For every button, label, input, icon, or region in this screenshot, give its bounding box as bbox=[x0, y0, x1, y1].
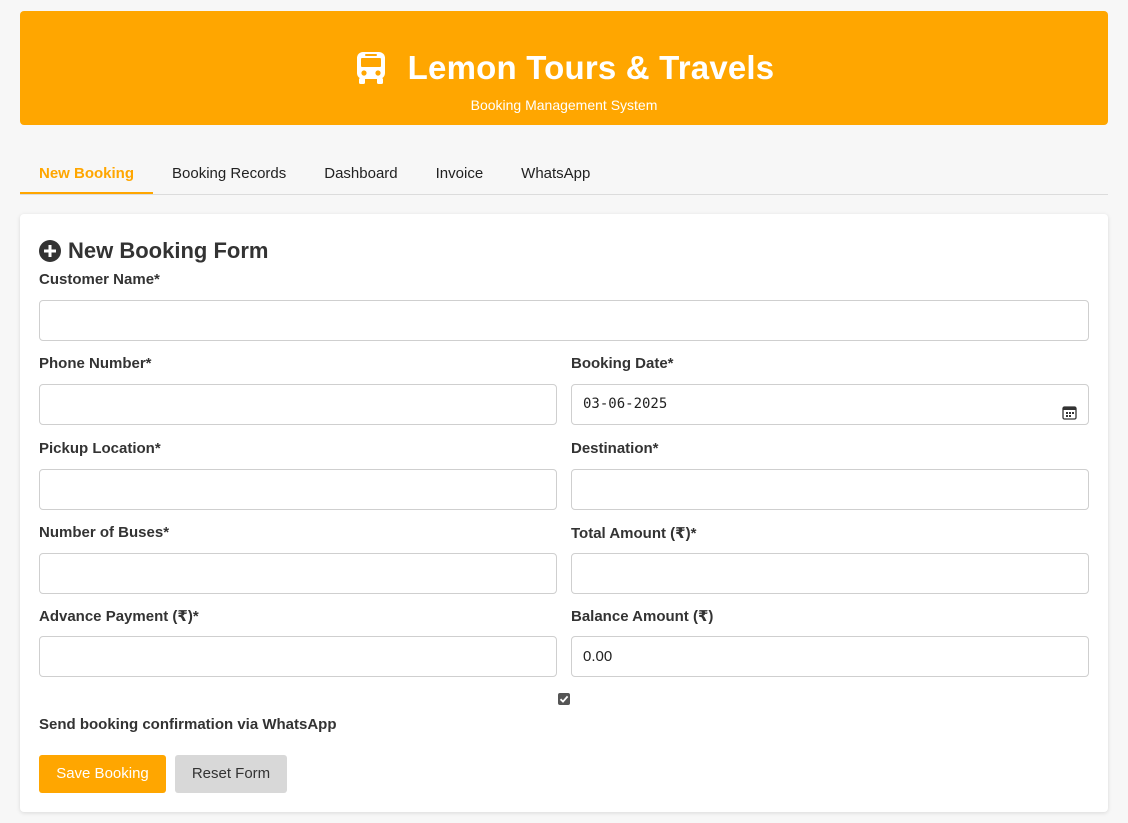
booking-form-card: New Booking Form Customer Name* Phone Nu… bbox=[20, 214, 1108, 812]
app-header: Lemon Tours & Travels Booking Management… bbox=[20, 11, 1108, 125]
app-title: Lemon Tours & Travels bbox=[407, 49, 775, 86]
total-amount-group: Total Amount (₹)* bbox=[571, 524, 1089, 594]
balance-amount-label: Balance Amount (₹) bbox=[571, 608, 714, 625]
destination-input[interactable] bbox=[571, 469, 1089, 510]
destination-label: Destination* bbox=[571, 440, 659, 457]
reset-form-button[interactable]: Reset Form bbox=[175, 755, 287, 793]
number-of-buses-input[interactable] bbox=[39, 553, 557, 594]
balance-amount-group: Balance Amount (₹) 0.00 bbox=[571, 607, 1089, 677]
calendar-icon[interactable] bbox=[1062, 397, 1077, 420]
tab-whatsapp[interactable]: WhatsApp bbox=[502, 154, 609, 194]
customer-name-label: Customer Name* bbox=[39, 271, 160, 288]
phone-number-label: Phone Number* bbox=[39, 355, 152, 372]
number-of-buses-group: Number of Buses* bbox=[39, 524, 557, 594]
phone-number-group: Phone Number* bbox=[39, 355, 557, 425]
booking-date-label: Booking Date* bbox=[571, 355, 674, 372]
phone-number-input[interactable] bbox=[39, 384, 557, 425]
destination-group: Destination* bbox=[571, 440, 1089, 510]
booking-date-value: 03-06-2025 bbox=[583, 396, 668, 412]
advance-payment-group: Advance Payment (₹)* bbox=[39, 607, 557, 677]
form-title: New Booking Form bbox=[68, 238, 269, 263]
balance-amount-input[interactable]: 0.00 bbox=[571, 636, 1089, 677]
advance-payment-label: Advance Payment (₹)* bbox=[39, 608, 199, 625]
header-title-row: Lemon Tours & Travels bbox=[20, 49, 1108, 87]
customer-name-group: Customer Name* bbox=[39, 271, 1089, 341]
pickup-location-input[interactable] bbox=[39, 469, 557, 510]
plus-circle-icon bbox=[39, 240, 61, 262]
booking-date-group: Booking Date* 03-06-2025 bbox=[571, 355, 1089, 425]
tab-dashboard[interactable]: Dashboard bbox=[305, 154, 416, 194]
pickup-location-label: Pickup Location* bbox=[39, 440, 161, 457]
form-title-row: New Booking Form bbox=[39, 238, 268, 264]
customer-name-input[interactable] bbox=[39, 300, 1089, 341]
whatsapp-confirmation-label: Send booking confirmation via WhatsApp bbox=[39, 716, 337, 733]
advance-payment-input[interactable] bbox=[39, 636, 557, 677]
tab-booking-records[interactable]: Booking Records bbox=[153, 154, 305, 194]
tab-invoice[interactable]: Invoice bbox=[417, 154, 503, 194]
pickup-location-group: Pickup Location* bbox=[39, 440, 557, 510]
app-subtitle: Booking Management System bbox=[470, 97, 658, 113]
tab-new-booking[interactable]: New Booking bbox=[20, 154, 154, 194]
total-amount-label: Total Amount (₹)* bbox=[571, 525, 697, 542]
whatsapp-confirmation-checkbox[interactable] bbox=[558, 693, 570, 705]
number-of-buses-label: Number of Buses* bbox=[39, 524, 170, 541]
save-booking-button[interactable]: Save Booking bbox=[39, 755, 166, 793]
tab-bar: New Booking Booking Records Dashboard In… bbox=[20, 154, 1108, 195]
total-amount-input[interactable] bbox=[571, 553, 1089, 594]
bus-icon bbox=[354, 51, 388, 85]
booking-date-input[interactable]: 03-06-2025 bbox=[571, 384, 1089, 425]
